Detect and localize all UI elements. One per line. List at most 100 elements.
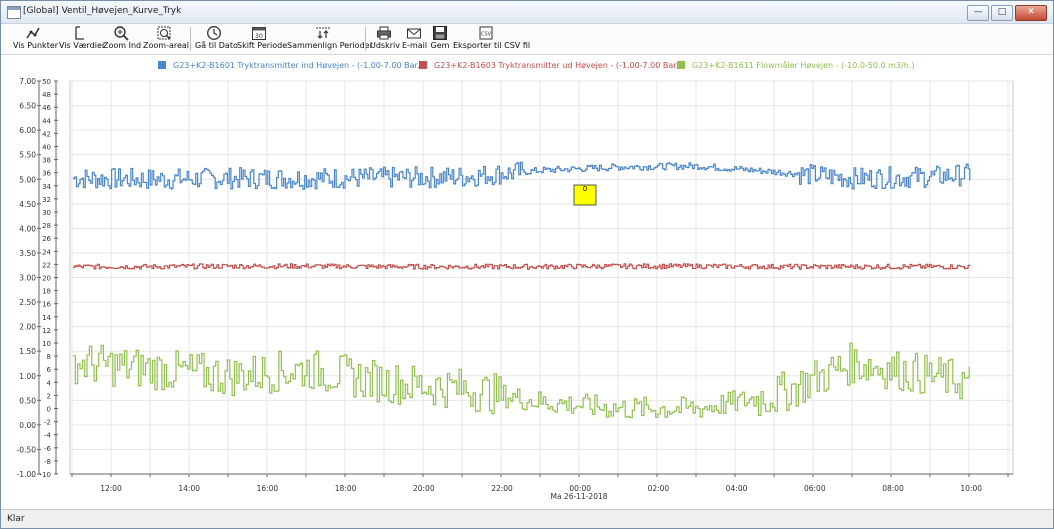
y-right-tick-label: 6	[47, 366, 52, 374]
sammenlign-perioder-button[interactable]: Sammenlign Perioder	[287, 25, 373, 53]
y-right-tick-label: 32	[42, 196, 51, 204]
y-right-tick-label: 34	[42, 183, 51, 191]
printer-icon	[377, 26, 391, 40]
x-tick-label: 12:00	[100, 484, 122, 493]
zoom-in-icon	[114, 26, 129, 41]
email-icon	[407, 28, 421, 39]
y-left-tick-label: 2.00	[19, 323, 36, 332]
title-bar: [Global] Ventil_Høvejen_Kurve_Tryk — □ ✕	[1, 1, 1053, 24]
y-right-tick-label: 12	[42, 327, 51, 335]
y-left-tick-label: 1.00	[19, 372, 36, 381]
x-tick-label: 20:00	[413, 484, 435, 493]
y-right-tick-label: 38	[42, 157, 51, 165]
y-right-tick-label: 16	[42, 301, 51, 309]
gaa-til-dato-button[interactable]: Gå til Dato	[195, 25, 238, 53]
y-right-tick-label: 46	[42, 104, 51, 112]
y-right-tick-label: 36	[42, 170, 51, 178]
clock-icon	[207, 26, 221, 40]
x-date-label: Ma 26-11-2018	[550, 492, 607, 501]
skift-periode-label: Skift Periode	[237, 41, 288, 50]
data-marker-label: 0	[583, 185, 587, 193]
y-left-tick-label: 0.00	[19, 421, 36, 430]
x-tick-label: 02:00	[648, 484, 670, 493]
zoom-areal-button[interactable]: Zoom-areal	[143, 25, 190, 53]
y-right-tick-label: -8	[44, 458, 51, 466]
y-left-tick-label: 6.50	[19, 102, 36, 111]
y-left-tick-label: 4.00	[19, 224, 36, 233]
calendar-number: 30	[255, 33, 263, 40]
y-left-tick-label: -1.00	[17, 470, 37, 479]
y-left-tick-label: 4.50	[19, 200, 36, 209]
y-left-tick-label: -0.50	[17, 445, 37, 454]
vis-vaerdier-label: Vis Værdier	[59, 41, 106, 50]
x-tick-label: 06:00	[804, 484, 826, 493]
y-right-tick-label: 22	[42, 261, 51, 269]
vis-vaerdier-button[interactable]: Vis Værdier	[59, 25, 106, 53]
y-right-tick-label: 44	[42, 117, 51, 125]
y-left-tick-label: 5.50	[19, 151, 36, 160]
save-icon	[433, 26, 447, 40]
y-left-tick-label: 0.50	[19, 396, 36, 405]
close-button[interactable]: ✕	[1015, 5, 1047, 21]
x-tick-label: 14:00	[178, 484, 200, 493]
email-button[interactable]: E-mail	[402, 25, 428, 53]
toolbar-separator	[190, 27, 191, 51]
line-points-icon	[26, 27, 40, 39]
x-tick-label: 22:00	[491, 484, 513, 493]
x-tick-label: 08:00	[882, 484, 904, 493]
y-right-tick-label: 14	[42, 314, 51, 322]
window-controls: — □ ✕	[967, 5, 1047, 21]
y-right-tick-label: -2	[44, 419, 51, 427]
toolbar: Vis Punkter Vis Værdier Zoom Ind Zoom-ar…	[1, 24, 1053, 55]
zoom-ind-button[interactable]: Zoom Ind	[103, 25, 142, 53]
y-left-tick-label: 5.00	[19, 175, 36, 184]
window-icon	[7, 6, 21, 19]
y-right-tick-label: 26	[42, 235, 51, 243]
eksporter-csv-label: Eksporter til CSV fil	[453, 41, 531, 50]
svg-text:CSV: CSV	[481, 32, 492, 38]
compare-icon	[316, 27, 330, 39]
y-left-tick-label: 7.00	[19, 77, 36, 86]
y-left-tick-label: 3.00	[19, 274, 36, 283]
vis-punkter-label: Vis Punkter	[13, 41, 59, 50]
gem-label: Gem	[430, 41, 450, 50]
zoom-areal-label: Zoom-areal	[143, 41, 190, 50]
y-right-tick-label: 24	[42, 248, 51, 256]
y-left-tick-label: 2.50	[19, 298, 36, 307]
zoom-ind-label: Zoom Ind	[103, 41, 142, 50]
main-window: [Global] Ventil_Høvejen_Kurve_Tryk — □ ✕…	[0, 0, 1054, 529]
status-text: Klar	[7, 514, 25, 524]
y-right-tick-label: 2	[47, 392, 51, 400]
udskriv-button[interactable]: Udskriv	[370, 25, 400, 53]
values-icon	[75, 26, 84, 40]
email-label: E-mail	[402, 41, 428, 50]
y-right-tick-label: 10	[42, 340, 51, 348]
window-title: [Global] Ventil_Høvejen_Kurve_Tryk	[23, 6, 182, 16]
x-tick-label: 18:00	[335, 484, 357, 493]
y-right-tick-label: 18	[42, 288, 51, 296]
y-right-tick-label: 50	[42, 78, 51, 86]
y-right-tick-label: 30	[42, 209, 51, 217]
x-tick-label: 16:00	[257, 484, 279, 493]
sammenlign-perioder-label: Sammenlign Perioder	[287, 41, 373, 50]
calendar-icon: 30	[252, 27, 266, 40]
y-right-tick-label: 4	[47, 379, 52, 387]
y-right-tick-label: 0	[47, 406, 51, 414]
skift-periode-button[interactable]: 30 Skift Periode	[237, 25, 288, 53]
y-left-tick-label: 6.00	[19, 126, 36, 135]
y-left-tick-label: 1.50	[19, 347, 36, 356]
udskriv-label: Udskriv	[370, 41, 400, 50]
y-right-tick-label: 8	[47, 353, 51, 361]
csv-export-icon: CSV	[479, 26, 493, 40]
y-right-tick-label: 42	[42, 130, 51, 138]
vis-punkter-button[interactable]: Vis Punkter	[13, 25, 59, 53]
restore-button[interactable]: □	[991, 5, 1013, 21]
y-right-tick-label: -6	[44, 445, 52, 453]
gem-button[interactable]: Gem	[430, 25, 450, 53]
y-right-tick-label: 28	[42, 222, 51, 230]
y-right-tick-label: 48	[42, 91, 51, 99]
trend-chart[interactable]: 7.00 6.50 6.00 5.50 5.00 4.50 4.00 3.50 3.00 2.50…	[1, 54, 1053, 509]
y-right-tick-label: -10	[40, 471, 51, 479]
minimize-button[interactable]: —	[967, 5, 989, 21]
eksporter-csv-button[interactable]: CSV Eksporter til CSV fil	[453, 25, 531, 53]
